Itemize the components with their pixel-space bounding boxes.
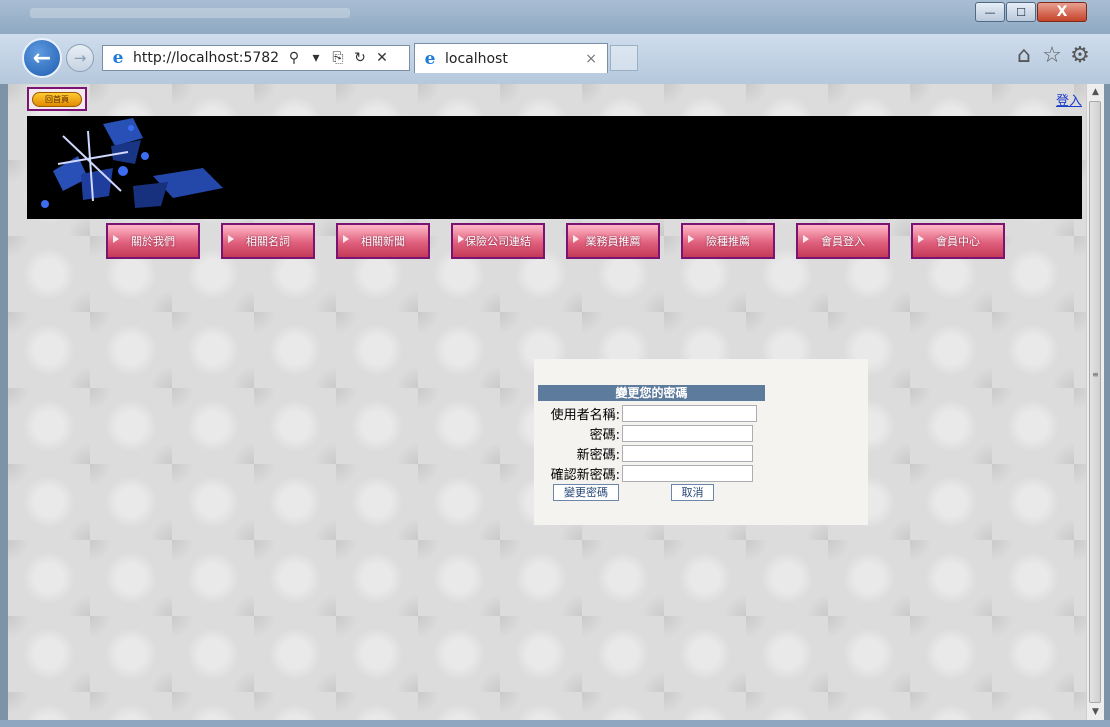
minimize-button[interactable]: — bbox=[975, 2, 1005, 22]
password-row: 密碼: bbox=[538, 423, 868, 443]
new-password-input[interactable] bbox=[622, 444, 753, 462]
menu-news[interactable]: 相關新聞 bbox=[336, 223, 430, 259]
confirm-password-input[interactable] bbox=[622, 464, 753, 482]
maximize-button[interactable]: ☐ bbox=[1006, 2, 1036, 22]
change-password-button[interactable]: 變更密碼 bbox=[553, 484, 619, 501]
main-menu: 關於我們 相關名詞 相關新聞 保險公司連結 業務員推薦 險種推薦 會員登入 會員… bbox=[106, 223, 1006, 259]
confirm-password-label: 確認新密碼: bbox=[550, 467, 620, 483]
menu-plan-recommend[interactable]: 險種推薦 bbox=[681, 223, 775, 259]
scroll-grip-icon: ≡ bbox=[1092, 370, 1099, 379]
close-window-button[interactable]: X bbox=[1037, 2, 1087, 22]
butterfly-banner-art bbox=[41, 118, 223, 208]
page-viewport: 回首頁 登入 關於我們 相關名詞 相關新聞 保險公司連結 業務員推薦 險種推薦 … bbox=[8, 84, 1086, 720]
new-tab-button[interactable] bbox=[610, 45, 638, 71]
tab-ie-icon: e bbox=[424, 48, 436, 69]
scroll-up-arrow-icon[interactable]: ▲ bbox=[1087, 84, 1104, 100]
tab-close-icon[interactable]: × bbox=[585, 51, 597, 67]
menu-glossary[interactable]: 相關名詞 bbox=[221, 223, 315, 259]
favorites-icon[interactable]: ☆ bbox=[1040, 44, 1064, 68]
home-page-button[interactable]: 回首頁 bbox=[27, 87, 87, 111]
change-password-title: 變更您的密碼 bbox=[538, 385, 765, 401]
menu-agent-recommend[interactable]: 業務員推薦 bbox=[566, 223, 660, 259]
password-label: 密碼: bbox=[589, 427, 620, 443]
back-button[interactable]: ← bbox=[22, 38, 62, 78]
window-bottom-edge bbox=[0, 720, 1110, 727]
forward-button[interactable]: → bbox=[66, 44, 94, 72]
confirm-password-row: 確認新密碼: bbox=[538, 463, 868, 483]
menu-member-login[interactable]: 會員登入 bbox=[796, 223, 890, 259]
search-icon[interactable]: ⚲ bbox=[283, 50, 305, 66]
username-label: 使用者名稱: bbox=[550, 407, 620, 423]
scroll-down-arrow-icon[interactable]: ▼ bbox=[1087, 704, 1104, 720]
browser-navbar: ← → e http://localhost:5782 ⚲ ▾ ⎘ ↻ ✕ e … bbox=[0, 34, 1110, 84]
dropdown-icon[interactable]: ▾ bbox=[305, 50, 327, 66]
window-titlebar: — ☐ X bbox=[0, 0, 1110, 34]
new-password-label: 新密碼: bbox=[576, 447, 620, 463]
menu-insurer-links[interactable]: 保險公司連結 bbox=[451, 223, 545, 259]
settings-icon[interactable]: ⚙ bbox=[1068, 44, 1092, 68]
window-title-blurred bbox=[30, 8, 350, 18]
username-row: 使用者名稱: bbox=[538, 403, 868, 423]
address-text[interactable]: http://localhost:5782 bbox=[133, 50, 283, 66]
form-actions: 變更密碼 取消 bbox=[538, 483, 868, 503]
current-password-input[interactable] bbox=[622, 424, 753, 442]
cancel-button[interactable]: 取消 bbox=[671, 484, 714, 501]
compatibility-view-icon[interactable]: ⎘ bbox=[327, 50, 349, 66]
tab-title: localhost bbox=[445, 50, 508, 67]
refresh-icon[interactable]: ↻ bbox=[349, 50, 371, 66]
menu-member-center[interactable]: 會員中心 bbox=[911, 223, 1005, 259]
address-bar[interactable]: e http://localhost:5782 ⚲ ▾ ⎘ ↻ ✕ bbox=[102, 45, 410, 71]
site-banner bbox=[27, 116, 1082, 219]
change-password-panel: 變更您的密碼 使用者名稱: 密碼: 新密碼: 確認新密碼: 變更密碼 取消 bbox=[534, 359, 868, 525]
home-page-button-label: 回首頁 bbox=[32, 91, 82, 107]
username-input[interactable] bbox=[622, 404, 757, 422]
scroll-thumb[interactable]: ≡ bbox=[1089, 101, 1101, 703]
vertical-scrollbar[interactable]: ▲ ≡ ▼ bbox=[1086, 84, 1104, 720]
new-password-row: 新密碼: bbox=[538, 443, 868, 463]
tab-localhost[interactable]: e localhost × bbox=[414, 43, 608, 73]
stop-icon[interactable]: ✕ bbox=[371, 50, 393, 66]
home-icon[interactable]: ⌂ bbox=[1012, 44, 1036, 68]
menu-about-us[interactable]: 關於我們 bbox=[106, 223, 200, 259]
ie-logo-icon: e bbox=[112, 48, 124, 68]
login-link[interactable]: 登入 bbox=[1056, 90, 1082, 109]
